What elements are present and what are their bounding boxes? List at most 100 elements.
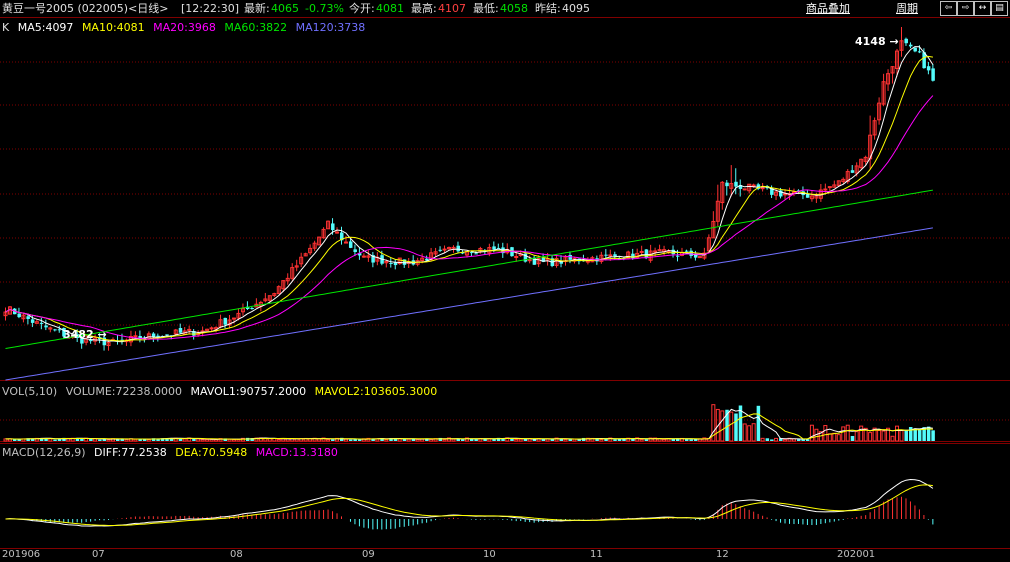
- date-tick: 201906: [2, 549, 41, 560]
- volume-bar: [756, 405, 761, 441]
- ma120-value: MA120:3738: [295, 21, 366, 34]
- candle-body: [335, 231, 340, 234]
- volume-bar: [850, 435, 855, 441]
- volume-bar: [402, 439, 407, 441]
- volume-bar: [832, 432, 837, 442]
- volume-bar: [53, 439, 57, 441]
- high-marker-label: 4148 →: [855, 35, 899, 48]
- volume-bar: [483, 438, 487, 441]
- candle-body: [527, 259, 532, 262]
- volume-bar: [384, 439, 389, 442]
- candle-body: [26, 316, 30, 319]
- candle-body: [178, 328, 183, 333]
- volume-bars: [3, 404, 935, 442]
- volume-bar: [613, 439, 617, 441]
- candle-body: [231, 317, 236, 320]
- ma10-value: MA10:4081: [81, 21, 145, 34]
- candle-body: [742, 188, 747, 191]
- candle-body: [165, 334, 169, 336]
- candle-body: [348, 241, 353, 248]
- volume-bar: [357, 439, 362, 441]
- volume-bar: [80, 438, 84, 441]
- candle-body: [613, 254, 617, 257]
- volume-bar: [514, 439, 519, 442]
- volume-bar: [734, 413, 738, 441]
- volume-bar: [729, 411, 734, 442]
- candle-body: [639, 250, 644, 253]
- candle-body: [608, 254, 613, 257]
- volume-bar: [742, 423, 747, 442]
- candle-body: [57, 329, 62, 331]
- volume-value: VOLUME:72238.0000: [65, 385, 182, 398]
- candle-body: [904, 38, 908, 44]
- volume-bar: [809, 424, 814, 442]
- candle-body: [331, 223, 335, 231]
- candle-body: [657, 249, 662, 252]
- k-label: K: [2, 21, 10, 34]
- volume-bar: [827, 433, 832, 442]
- volume-bar: [684, 439, 689, 441]
- volume-bar: [348, 439, 353, 441]
- volume-bar: [770, 439, 774, 441]
- candle-body: [474, 253, 478, 255]
- volume-bar: [317, 438, 322, 442]
- candle-body: [209, 327, 214, 330]
- kline-chart[interactable]: [0, 0, 1010, 562]
- mavol2-value: MAVOL2:103605.3000: [314, 385, 438, 398]
- volume-bar: [200, 439, 205, 442]
- mavol1-value: MAVOL1:90757.2000: [190, 385, 307, 398]
- volume-bar: [841, 426, 846, 442]
- volume-bar: [205, 438, 210, 442]
- candlesticks: [3, 27, 935, 351]
- volume-bar: [146, 439, 151, 442]
- volume-bar: [720, 410, 725, 442]
- mavol1-line: [5, 408, 933, 440]
- candle-body: [805, 194, 810, 198]
- volume-bar: [913, 428, 917, 441]
- candle-body: [644, 249, 649, 259]
- macd-panel: [5, 478, 934, 530]
- ma20-value: MA20:3968: [153, 21, 216, 34]
- volume-bar: [859, 425, 864, 442]
- diff-value: DIFF:77.2538: [94, 446, 167, 459]
- volume-bar: [182, 438, 187, 442]
- candle-body: [783, 193, 788, 196]
- volume-bar: [931, 430, 935, 441]
- volume-bar: [236, 439, 241, 442]
- vol-name: VOL(5,10): [2, 385, 58, 398]
- volume-bar: [406, 438, 411, 442]
- volume-bar: [451, 438, 456, 442]
- ma5-value: MA5:4097: [17, 21, 74, 34]
- candle-body: [514, 256, 519, 259]
- volume-bar: [823, 425, 828, 442]
- volume-bar: [622, 438, 626, 441]
- volume-bar: [568, 439, 572, 441]
- volume-bar: [644, 439, 649, 441]
- candle-body: [850, 170, 855, 173]
- candle-body: [442, 248, 447, 251]
- candle-body: [931, 68, 935, 81]
- volume-bar: [532, 439, 537, 441]
- date-tick: 10: [483, 549, 496, 560]
- volume-bar: [693, 439, 698, 441]
- candle-body: [734, 181, 738, 187]
- volume-bar: [442, 439, 447, 442]
- ma60-line: [5, 189, 933, 349]
- volume-bar: [890, 435, 895, 442]
- volume-bar: [429, 438, 434, 442]
- date-tick: 12: [716, 549, 729, 560]
- candle-body: [913, 47, 917, 52]
- candle-body: [44, 325, 48, 328]
- volume-bar: [801, 439, 805, 441]
- volume-bar: [895, 425, 900, 442]
- volume-bar: [751, 423, 756, 442]
- candle-body: [908, 44, 913, 47]
- macd-name: MACD(12,26,9): [2, 446, 86, 459]
- volume-bar: [415, 438, 420, 442]
- candle-body: [456, 245, 460, 252]
- macd-legend: MACD(12,26,9) DIFF:77.2538 DEA:70.5948 M…: [2, 446, 343, 459]
- volume-bar: [774, 437, 779, 442]
- candle-body: [917, 51, 922, 53]
- volume-bar: [796, 439, 801, 441]
- candle-body: [760, 187, 765, 190]
